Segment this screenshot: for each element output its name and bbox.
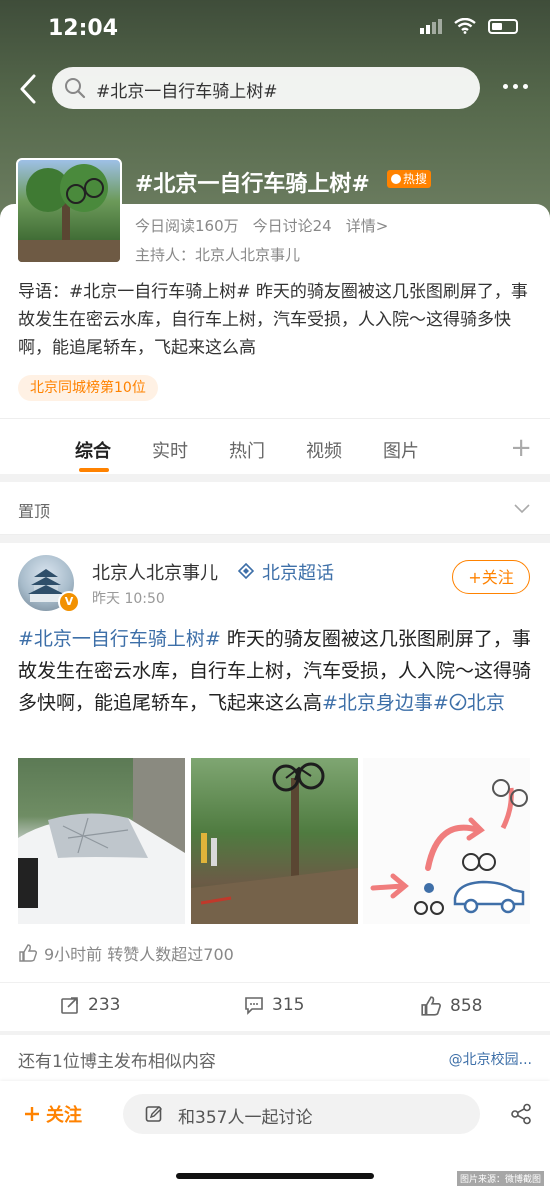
hot-badge-label: 热搜 — [403, 172, 428, 186]
chevron-down-icon — [514, 504, 530, 514]
city-rank-badge[interactable]: 北京同城榜第10位 — [18, 375, 158, 401]
similar-content-row[interactable]: 还有1位博主发布相似内容 @北京校园... — [0, 1035, 550, 1081]
post-actions: 233 315 858 — [0, 982, 550, 1031]
comment-count: 315 — [272, 995, 305, 1015]
follow-topic-label: 关注 — [46, 1105, 82, 1126]
more-options-button[interactable] — [503, 84, 528, 89]
details-link[interactable]: 详情> — [346, 215, 389, 236]
section-divider — [0, 535, 550, 543]
location-icon — [449, 693, 467, 711]
plus-icon — [25, 1107, 39, 1121]
status-icons — [420, 18, 518, 34]
image-source-watermark: 图片来源：微博截图 — [456, 1171, 544, 1186]
discussion-count: 今日讨论24 — [252, 217, 332, 235]
tree-scene-illustration — [191, 762, 358, 924]
tree-bicycle-illustration — [18, 164, 120, 262]
section-divider — [0, 474, 550, 482]
post-body: #北京一自行车骑上树# 昨天的骑友圈被这几张图刷屏了，事故发生在密云水库，自行车… — [18, 623, 533, 719]
share-arrow-icon — [61, 997, 78, 1014]
home-indicator — [176, 1173, 374, 1179]
tab-realtime[interactable]: 实时 — [152, 437, 188, 463]
discuss-placeholder: 和357人一起讨论 — [178, 1108, 313, 1128]
post-image-accident-illustration[interactable] — [363, 758, 530, 924]
post-author[interactable]: 北京人北京事儿 — [92, 559, 218, 585]
search-bar[interactable]: #北京一自行车骑上树# — [52, 67, 480, 109]
signal-icon — [420, 18, 442, 34]
topic-title: #北京一自行车骑上树# — [135, 172, 370, 197]
back-button[interactable] — [14, 72, 42, 106]
status-bar: 12:04 — [0, 0, 550, 58]
location-label: 北京 — [466, 692, 505, 714]
wifi-icon — [454, 18, 476, 34]
super-topic-link[interactable]: 北京超话 — [262, 559, 334, 585]
active-tab-indicator — [79, 468, 109, 472]
discuss-input[interactable]: 和357人一起讨论 — [123, 1094, 480, 1134]
cartoon-illustration — [370, 779, 528, 915]
comment-icon — [245, 997, 263, 1015]
post-image-bicycle-in-tree[interactable] — [191, 758, 358, 924]
follow-button[interactable]: +关注 — [452, 560, 530, 594]
repost-info-text: 9小时前 转赞人数超过700 — [44, 945, 234, 964]
super-topic-icon — [238, 563, 254, 579]
like-button[interactable]: 858 — [420, 995, 482, 1017]
hashtag-link[interactable]: #北京身边事# — [322, 692, 449, 714]
similar-content-text: 还有1位博主发布相似内容 — [18, 1052, 216, 1072]
topic-intro: 导语：#北京一自行车骑上树# 昨天的骑友圈被这几张图刷屏了，事故发生在密云水库，… — [18, 282, 528, 358]
read-count: 今日阅读160万 — [135, 217, 239, 235]
topic-stats: 今日阅读160万 今日讨论24 详情> — [135, 215, 388, 236]
topic-thumbnail[interactable] — [16, 158, 122, 264]
similar-content-source[interactable]: @北京校园... — [449, 1049, 532, 1069]
tab-images[interactable]: 图片 — [383, 437, 419, 463]
repost-button[interactable]: 233 — [60, 995, 120, 1015]
pinned-section-header[interactable]: 置顶 — [0, 482, 550, 535]
tab-comprehensive[interactable]: 综合 — [75, 437, 111, 463]
search-icon — [65, 78, 86, 99]
tab-hot[interactable]: 热门 — [229, 437, 265, 463]
battery-icon — [488, 18, 518, 34]
add-tab-button[interactable]: + — [510, 433, 532, 463]
thumbs-up-icon — [421, 996, 441, 1016]
pinned-label: 置顶 — [18, 502, 51, 521]
topic-host[interactable]: 主持人：北京人北京事儿 — [135, 244, 300, 265]
tab-video[interactable]: 视频 — [306, 437, 342, 463]
hot-search-badge: 热搜 — [387, 170, 432, 188]
location-link[interactable]: 北京 — [449, 692, 505, 714]
verified-badge-icon: V — [58, 591, 80, 613]
edit-icon — [145, 1106, 162, 1122]
thumbs-up-icon — [19, 944, 38, 962]
follow-topic-button[interactable]: 关注 — [24, 1101, 82, 1127]
hashtag-link[interactable]: #北京一自行车骑上树# — [18, 628, 221, 650]
like-count: 858 — [450, 996, 483, 1016]
feed-post: V 北京人北京事儿 北京超话 昨天 10:50 +关注 #北京一自行车骑上树# … — [0, 543, 550, 1031]
repost-count: 233 — [88, 995, 121, 1015]
repost-summary: 9小时前 转赞人数超过700 — [18, 941, 234, 965]
car-photo-illustration — [18, 758, 185, 924]
share-icon[interactable] — [510, 1103, 532, 1125]
search-query: #北京一自行车骑上树# — [96, 82, 278, 102]
status-time: 12:04 — [48, 16, 119, 41]
flame-icon — [391, 174, 401, 184]
post-image-damaged-car[interactable] — [18, 758, 185, 924]
post-time: 昨天 10:50 — [92, 591, 165, 607]
comment-button[interactable]: 315 — [244, 995, 304, 1015]
feed-tabs: 综合 实时 热门 视频 图片 + — [0, 418, 550, 475]
